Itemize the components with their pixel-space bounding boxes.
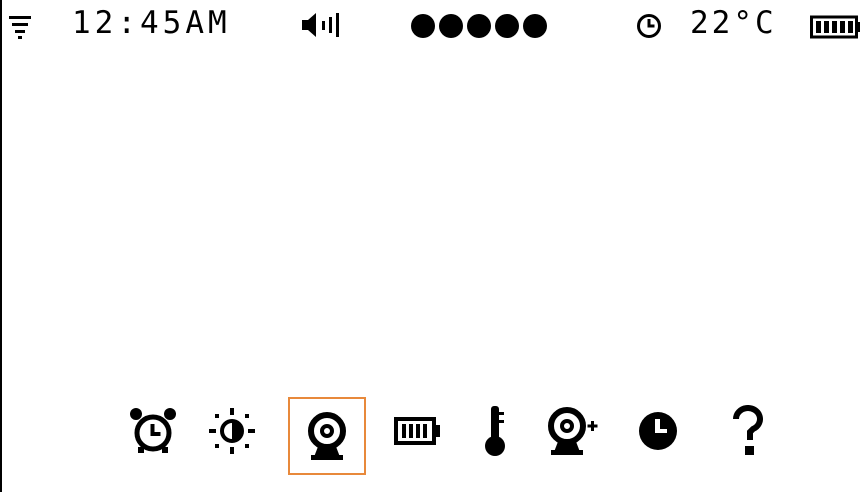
thermometer-icon — [482, 404, 508, 458]
status-temperature: 22°C — [690, 5, 777, 41]
add-camera-icon — [547, 406, 601, 456]
clock-icon — [636, 409, 680, 453]
help-icon — [731, 405, 765, 457]
add-camera-button[interactable] — [536, 392, 612, 470]
bottom-toolbar — [110, 392, 790, 478]
clock-button[interactable] — [620, 392, 696, 470]
clock-icon[interactable] — [636, 9, 662, 43]
signal-dots-icon — [410, 9, 552, 43]
battery-icon — [394, 416, 442, 446]
alarm-button[interactable] — [115, 392, 191, 470]
battery-button[interactable] — [380, 392, 456, 470]
temperature-button[interactable] — [457, 392, 533, 470]
help-button[interactable] — [710, 392, 786, 470]
speaker-volume-icon[interactable] — [300, 8, 348, 42]
alarm-clock-icon — [128, 406, 178, 456]
menu-icon[interactable] — [8, 10, 32, 44]
brightness-button[interactable] — [194, 392, 270, 470]
status-bar: 12:45AM 22°C — [0, 0, 861, 46]
camera-icon — [305, 411, 349, 461]
camera-button[interactable] — [288, 397, 366, 475]
battery-full-icon — [810, 10, 861, 44]
status-time: 12:45AM — [72, 5, 231, 41]
brightness-icon — [207, 406, 257, 456]
